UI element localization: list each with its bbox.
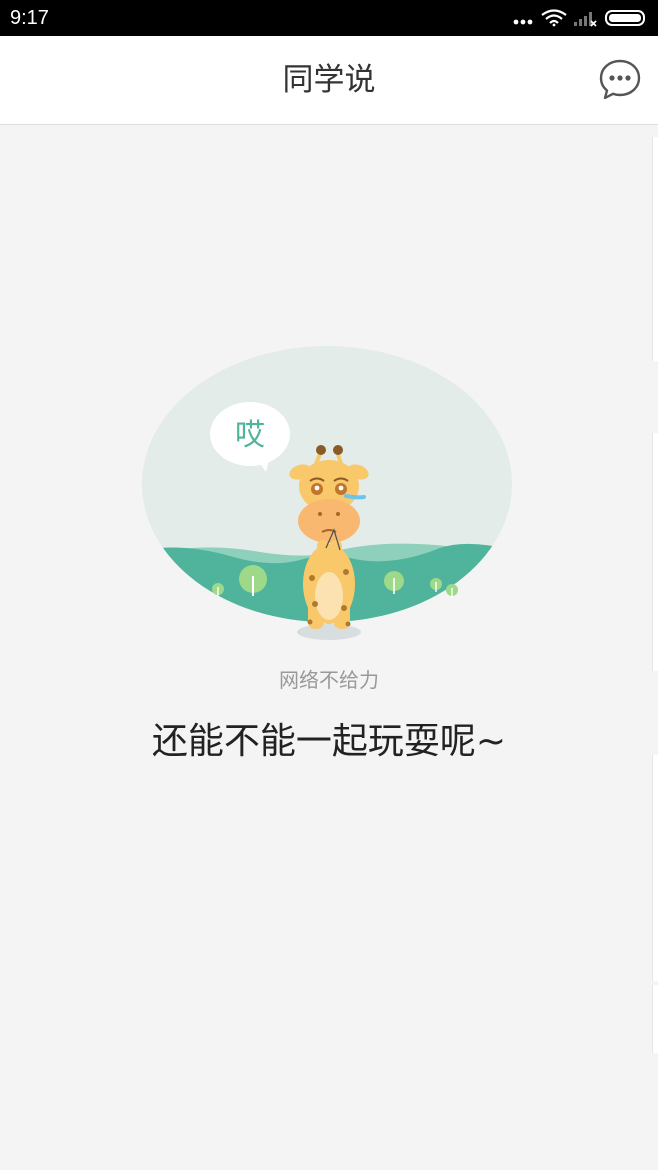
bubble-text: 哎: [235, 418, 265, 453]
chat-bubble-icon: [599, 59, 641, 100]
app-header: 同学说: [0, 36, 658, 125]
empty-state-subtitle: 网络不给力: [279, 668, 379, 692]
wifi-icon: [541, 9, 567, 27]
empty-state-illustration: 哎: [142, 346, 512, 640]
signal-icon: [574, 12, 597, 27]
more-dots-icon: [513, 19, 533, 25]
page-title: 同学说: [282, 62, 376, 98]
battery-icon: [605, 10, 645, 26]
status-bar: 9:17: [0, 0, 658, 36]
right-edge-strip: [652, 125, 658, 1170]
empty-state-message: 还能不能一起玩耍呢~: [151, 721, 507, 762]
status-time: 9:17: [10, 7, 49, 29]
status-icons: [513, 9, 645, 27]
chat-button[interactable]: [598, 58, 642, 102]
